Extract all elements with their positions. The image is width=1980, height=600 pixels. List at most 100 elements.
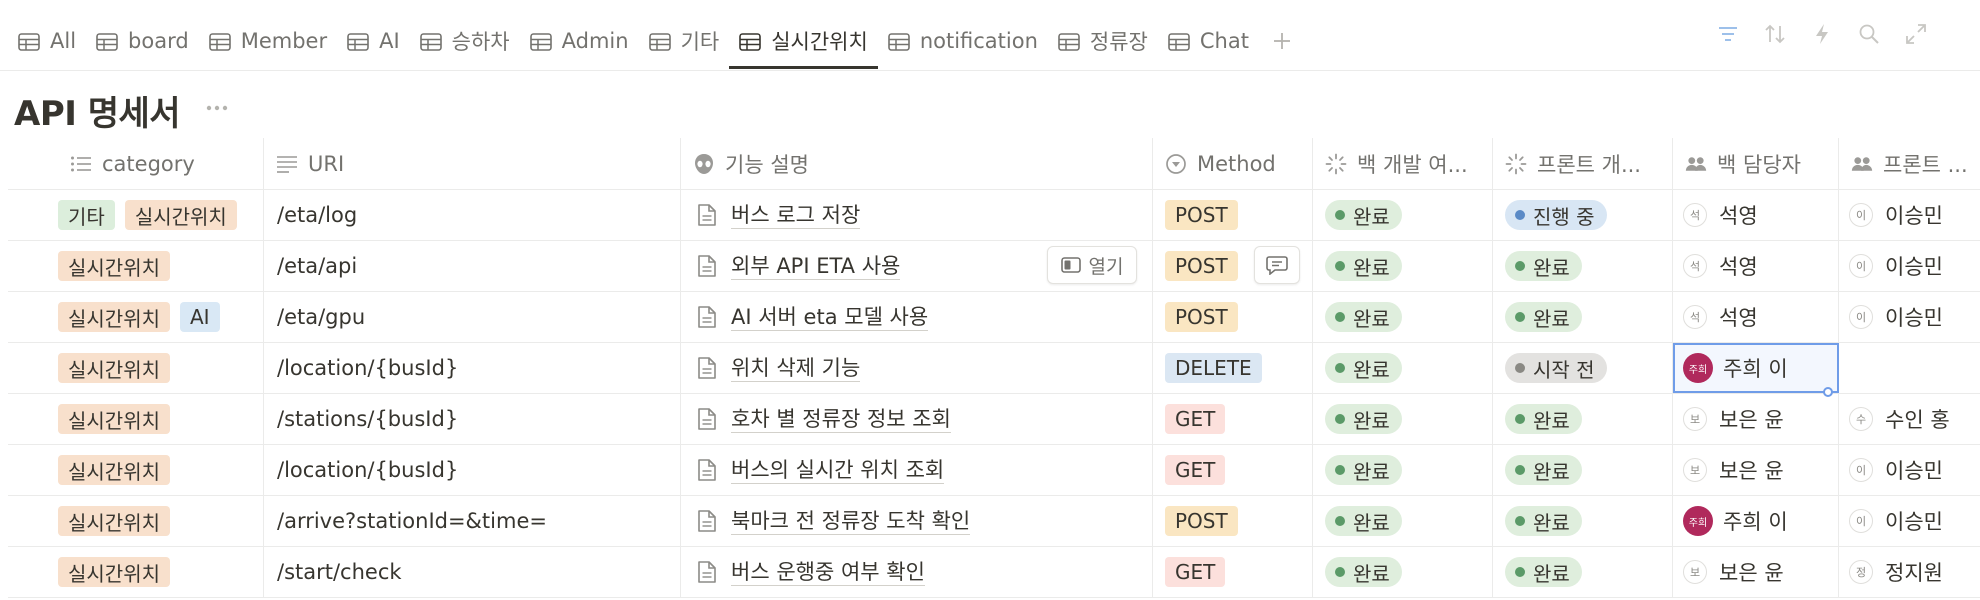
front-status-cell[interactable]: 완료	[1493, 496, 1673, 546]
table-row[interactable]: 실시간위치 AI/eta/gpu AI 서버 eta 모델 사용 POST 완료 완료 석 석…	[8, 292, 1980, 343]
expand-icon[interactable]	[1904, 22, 1928, 46]
table-row[interactable]: 실시간위치/start/check 버스 운행중 여부 확인 GET 완료 완료 보 보은 …	[8, 547, 1980, 598]
method-cell[interactable]: GET	[1153, 394, 1313, 444]
table-row[interactable]: 실시간위치/location/{busId} 버스의 실시간 위치 조회 GET 완료…	[8, 445, 1980, 496]
category-cell[interactable]: 실시간위치	[8, 496, 264, 546]
back-status-cell[interactable]: 완료	[1313, 547, 1493, 597]
uri-cell[interactable]: /eta/log	[264, 190, 681, 240]
category-cell[interactable]: 실시간위치	[8, 241, 264, 291]
description-cell[interactable]: 버스 로그 저장	[681, 190, 1153, 240]
back-status-cell[interactable]: 완료	[1313, 394, 1493, 444]
uri-cell[interactable]: /stations/{busId}	[264, 394, 681, 444]
page-title-link[interactable]: 외부 API ETA 사용	[731, 253, 901, 280]
front-owner-cell[interactable]: 정 정지원	[1839, 547, 1980, 597]
category-cell[interactable]: 실시간위치	[8, 343, 264, 393]
column-header[interactable]: 프론트 개...	[1493, 138, 1673, 189]
tab-7[interactable]: 실시간위치	[729, 14, 878, 69]
page-title-link[interactable]: AI 서버 eta 모델 사용	[731, 304, 929, 331]
category-cell[interactable]: 실시간위치	[8, 445, 264, 495]
description-cell[interactable]: 호차 별 정류장 정보 조회	[681, 394, 1153, 444]
back-owner-cell[interactable]: 석 석영	[1673, 190, 1839, 240]
method-cell[interactable]: DELETE	[1153, 343, 1313, 393]
front-status-cell[interactable]: 진행 중	[1493, 190, 1673, 240]
uri-cell[interactable]: /eta/api	[264, 241, 681, 291]
description-cell[interactable]: 북마크 전 정류장 도착 확인	[681, 496, 1153, 546]
uri-cell[interactable]: /start/check	[264, 547, 681, 597]
back-status-cell[interactable]: 완료	[1313, 343, 1493, 393]
more-options-icon[interactable]	[202, 98, 232, 118]
tab-5[interactable]: Admin	[520, 14, 639, 68]
back-status-cell[interactable]: 완료	[1313, 496, 1493, 546]
category-cell[interactable]: 실시간위치	[8, 394, 264, 444]
description-cell[interactable]: 위치 삭제 기능	[681, 343, 1153, 393]
category-cell[interactable]: 기타 실시간위치	[8, 190, 264, 240]
column-header[interactable]: 프론트 ...	[1839, 138, 1980, 189]
tab-1[interactable]: board	[86, 14, 199, 68]
category-cell[interactable]: 실시간위치	[8, 547, 264, 597]
back-owner-cell[interactable]: 석 석영	[1673, 241, 1839, 291]
method-cell[interactable]: GET	[1153, 445, 1313, 495]
description-cell[interactable]: AI 서버 eta 모델 사용	[681, 292, 1153, 342]
tab-6[interactable]: 기타	[639, 14, 730, 68]
back-owner-cell[interactable]: 보 보은 윤	[1673, 547, 1839, 597]
back-owner-cell[interactable]: 보 보은 윤	[1673, 394, 1839, 444]
search-icon[interactable]	[1857, 22, 1881, 46]
front-status-cell[interactable]: 완료	[1493, 445, 1673, 495]
filter-icon[interactable]	[1716, 22, 1740, 46]
tab-3[interactable]: AI	[337, 14, 410, 68]
column-header[interactable]: URI	[264, 138, 681, 189]
tab-10[interactable]: Chat	[1158, 14, 1259, 68]
table-row[interactable]: 실시간위치/location/{busId} 위치 삭제 기능 DELETE 완료 시작…	[8, 343, 1980, 394]
page-title-link[interactable]: 호차 별 정류장 정보 조회	[731, 406, 951, 433]
column-header[interactable]: 백 담당자	[1673, 138, 1839, 189]
front-owner-cell[interactable]	[1839, 343, 1980, 393]
lightning-icon[interactable]	[1810, 22, 1834, 46]
method-cell[interactable]: GET	[1153, 547, 1313, 597]
uri-cell[interactable]: /eta/gpu	[264, 292, 681, 342]
column-header[interactable]: category	[8, 138, 264, 189]
back-status-cell[interactable]: 완료	[1313, 190, 1493, 240]
selection-resize-handle[interactable]	[1823, 387, 1833, 397]
page-title-link[interactable]: 버스 로그 저장	[731, 202, 861, 229]
page-title-link[interactable]: 위치 삭제 기능	[731, 355, 861, 382]
front-owner-cell[interactable]: 이 이승민	[1839, 241, 1980, 291]
front-owner-cell[interactable]: 이 이승민	[1839, 190, 1980, 240]
column-header[interactable]: Method	[1153, 138, 1313, 189]
front-owner-cell[interactable]: 이 이승민	[1839, 496, 1980, 546]
description-cell[interactable]: 버스의 실시간 위치 조회	[681, 445, 1153, 495]
uri-cell[interactable]: /location/{busId}	[264, 445, 681, 495]
front-owner-cell[interactable]: 이 이승민	[1839, 445, 1980, 495]
tab-8[interactable]: notification	[878, 14, 1048, 68]
page-title-link[interactable]: 북마크 전 정류장 도착 확인	[731, 508, 971, 535]
tab-2[interactable]: Member	[199, 14, 337, 68]
tab-4[interactable]: 승하차	[410, 14, 520, 68]
back-owner-cell[interactable]: 보 보은 윤	[1673, 445, 1839, 495]
description-cell[interactable]: 버스 운행중 여부 확인	[681, 547, 1153, 597]
front-status-cell[interactable]: 완료	[1493, 292, 1673, 342]
page-title-link[interactable]: 버스의 실시간 위치 조회	[731, 457, 945, 484]
front-owner-cell[interactable]: 이 이승민	[1839, 292, 1980, 342]
column-header[interactable]: 백 개발 여...	[1313, 138, 1493, 189]
add-view-icon[interactable]	[1265, 24, 1299, 58]
method-cell[interactable]: POST	[1153, 190, 1313, 240]
table-row[interactable]: 기타 실시간위치/eta/log 버스 로그 저장 POST 완료 진행 중 석 석영 이 이승민	[8, 190, 1980, 241]
front-status-cell[interactable]: 완료	[1493, 241, 1673, 291]
category-cell[interactable]: 실시간위치 AI	[8, 292, 264, 342]
back-owner-cell[interactable]: 주희 주희 이	[1673, 496, 1839, 546]
back-owner-cell[interactable]: 석 석영	[1673, 292, 1839, 342]
comment-button[interactable]	[1254, 246, 1300, 284]
table-row[interactable]: 실시간위치/stations/{busId} 호차 별 정류장 정보 조회 GET 완…	[8, 394, 1980, 445]
front-status-cell[interactable]: 완료	[1493, 394, 1673, 444]
page-title-link[interactable]: 버스 운행중 여부 확인	[731, 559, 925, 586]
table-row[interactable]: 실시간위치/eta/api 외부 API ETA 사용 POST 완료 완료 석 석영 이 이승…	[8, 241, 1980, 292]
back-owner-cell[interactable]: 주희 주희 이	[1673, 343, 1839, 393]
uri-cell[interactable]: /location/{busId}	[264, 343, 681, 393]
back-status-cell[interactable]: 완료	[1313, 292, 1493, 342]
method-cell[interactable]: POST	[1153, 292, 1313, 342]
tab-0[interactable]: All	[8, 14, 86, 68]
back-status-cell[interactable]: 완료	[1313, 445, 1493, 495]
front-status-cell[interactable]: 시작 전	[1493, 343, 1673, 393]
front-owner-cell[interactable]: 수 수인 홍	[1839, 394, 1980, 444]
column-header[interactable]: 기능 설명	[681, 138, 1153, 189]
front-status-cell[interactable]: 완료	[1493, 547, 1673, 597]
